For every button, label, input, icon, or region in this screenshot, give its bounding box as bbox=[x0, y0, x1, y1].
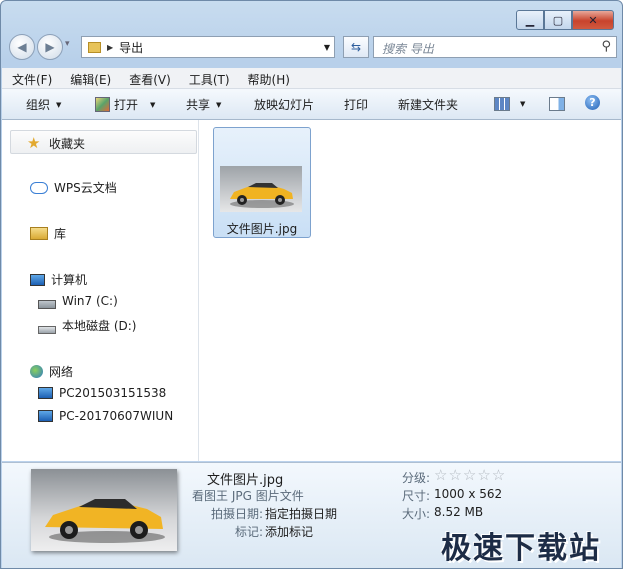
sidebar-item-label: 本地磁盘 (D:) bbox=[62, 319, 137, 333]
refresh-icon: ⇆ bbox=[350, 40, 362, 54]
detail-dimensions-value: 1000 x 562 bbox=[434, 487, 503, 501]
breadcrumb-current[interactable]: 导出 bbox=[119, 39, 143, 56]
sidebar-item-pc2[interactable]: PC-20170607WIUN bbox=[38, 409, 173, 423]
sidebar-item-label: PC-20170607WIUN bbox=[59, 409, 174, 423]
detail-size-value: 8.52 MB bbox=[434, 505, 484, 519]
breadcrumb-arrow-icon[interactable]: ▶ bbox=[107, 43, 113, 52]
library-icon bbox=[30, 227, 48, 240]
help-icon: ? bbox=[585, 95, 600, 110]
sidebar-item-drive-d[interactable]: 本地磁盘 (D:) bbox=[38, 317, 136, 334]
details-pane: 文件图片.jpg 看图王 JPG 图片文件 拍摄日期: 指定拍摄日期 标记: 添… bbox=[2, 462, 621, 568]
menu-help[interactable]: 帮助(H) bbox=[238, 68, 298, 88]
share-label: 共享 bbox=[186, 98, 211, 112]
open-with-icon bbox=[95, 97, 110, 112]
navigation-pane: ★ 收藏夹 WPS云文档 库 计算机 Win7 (C:) 本地磁盘 (D:) 网… bbox=[2, 120, 199, 461]
view-grid-icon bbox=[494, 97, 510, 111]
sidebar-item-computer[interactable]: 计算机 bbox=[30, 271, 87, 288]
star-icon: ★ bbox=[27, 134, 41, 152]
menu-file[interactable]: 文件(F) bbox=[2, 68, 60, 88]
detail-filename: 文件图片.jpg bbox=[207, 473, 284, 488]
detail-date-label: 拍摄日期: bbox=[210, 507, 263, 521]
navigation-bar: ◀ ▶ ▾ ▶ 导出 ▼ ⇆ 搜索 导出 ⚲ bbox=[9, 34, 617, 60]
menu-bar: 文件(F) 编辑(E) 查看(V) 工具(T) 帮助(H) bbox=[2, 68, 621, 89]
sidebar-item-drive-c[interactable]: Win7 (C:) bbox=[38, 294, 118, 309]
chevron-down-icon: ▼ bbox=[216, 100, 222, 109]
minimize-button[interactable]: ▁ bbox=[516, 10, 544, 30]
forward-button[interactable]: ▶ bbox=[37, 34, 63, 60]
detail-date-value[interactable]: 指定拍摄日期 bbox=[265, 505, 337, 522]
forward-arrow-icon: ▶ bbox=[45, 40, 55, 54]
sidebar-item-label: 网络 bbox=[49, 365, 74, 379]
car-thumbnail-image bbox=[220, 166, 302, 212]
close-button[interactable]: ✕ bbox=[572, 10, 614, 30]
address-dropdown-icon[interactable]: ▼ bbox=[324, 43, 330, 52]
chevron-down-icon: ▼ bbox=[520, 100, 526, 108]
computer-icon bbox=[30, 273, 45, 286]
help-button[interactable]: ? bbox=[585, 95, 600, 110]
address-bar[interactable]: ▶ 导出 ▼ bbox=[81, 36, 335, 58]
organize-label: 组织 bbox=[26, 98, 51, 112]
explorer-window: ▁ ▢ ✕ ◀ ▶ ▾ ▶ 导出 ▼ ⇆ 搜索 导出 ⚲ 文件(F) 编辑(E)… bbox=[0, 0, 623, 569]
open-label: 打开 bbox=[114, 98, 139, 112]
recent-pages-dropdown[interactable]: ▾ bbox=[65, 39, 70, 49]
new-folder-label: 新建文件夹 bbox=[398, 98, 459, 112]
menu-view[interactable]: 查看(V) bbox=[119, 68, 179, 88]
back-arrow-icon: ◀ bbox=[17, 40, 27, 54]
rating-stars[interactable]: ☆☆☆☆☆ bbox=[434, 466, 506, 484]
sidebar-item-label: 计算机 bbox=[51, 273, 88, 287]
sidebar-item-label: PC201503151538 bbox=[59, 386, 167, 400]
print-label: 打印 bbox=[344, 98, 369, 112]
window-controls: ▁ ▢ ✕ bbox=[516, 10, 614, 30]
network-computer-icon bbox=[38, 410, 53, 422]
file-list: 文件图片.jpg bbox=[199, 120, 621, 461]
preview-pane-button[interactable] bbox=[549, 97, 565, 111]
search-input[interactable]: 搜索 导出 ⚲ bbox=[373, 36, 617, 58]
system-drive-icon bbox=[38, 299, 56, 309]
sidebar-item-label: 收藏夹 bbox=[49, 136, 86, 151]
preview-image bbox=[31, 469, 177, 551]
sidebar-item-pc1[interactable]: PC201503151538 bbox=[38, 386, 166, 400]
menu-tools[interactable]: 工具(T) bbox=[179, 68, 238, 88]
detail-tags-label: 标记: bbox=[234, 525, 263, 539]
print-button[interactable]: 打印 bbox=[344, 96, 368, 113]
detail-size-label: 大小: bbox=[401, 507, 430, 521]
back-button[interactable]: ◀ bbox=[9, 34, 35, 60]
sidebar-item-library[interactable]: 库 bbox=[30, 225, 66, 242]
network-computer-icon bbox=[38, 387, 53, 399]
command-bar: 组织 ▼ 打开 ▼ 共享 ▼ 放映幻灯片 打印 新建文件夹 ▼ ? bbox=[2, 89, 621, 120]
sidebar-item-label: Win7 (C:) bbox=[62, 294, 118, 308]
chevron-down-icon: ▼ bbox=[56, 100, 62, 109]
search-placeholder: 搜索 导出 bbox=[382, 42, 434, 56]
open-button[interactable]: 打开 ▼ bbox=[95, 96, 155, 113]
share-button[interactable]: 共享 ▼ bbox=[186, 96, 221, 113]
folder-icon bbox=[88, 41, 101, 53]
detail-filetype: 看图王 JPG 图片文件 bbox=[192, 489, 304, 503]
slideshow-label: 放映幻灯片 bbox=[254, 98, 315, 112]
sidebar-item-network[interactable]: 网络 bbox=[30, 363, 73, 380]
change-view-button[interactable]: ▼ bbox=[494, 97, 525, 111]
sidebar-item-label: 库 bbox=[54, 227, 67, 241]
cloud-icon bbox=[30, 181, 48, 194]
chevron-down-icon: ▼ bbox=[150, 100, 156, 109]
detail-tags-value[interactable]: 添加标记 bbox=[265, 523, 313, 540]
refresh-button[interactable]: ⇆ bbox=[343, 36, 369, 58]
organize-button[interactable]: 组织 ▼ bbox=[26, 96, 61, 113]
hard-disk-icon bbox=[38, 325, 56, 334]
file-item-selected[interactable]: 文件图片.jpg bbox=[213, 127, 311, 238]
sidebar-item-label: WPS云文档 bbox=[54, 181, 117, 195]
search-icon[interactable]: ⚲ bbox=[601, 39, 611, 54]
detail-dimensions-label: 尺寸: bbox=[401, 489, 430, 503]
new-folder-button[interactable]: 新建文件夹 bbox=[398, 96, 458, 113]
file-name: 文件图片.jpg bbox=[226, 222, 298, 236]
watermark-text: 极速下载站 bbox=[441, 531, 601, 566]
detail-rating-label: 分级: bbox=[401, 471, 430, 485]
sidebar-item-favorites[interactable]: ★ 收藏夹 bbox=[10, 130, 197, 154]
network-icon bbox=[30, 365, 43, 378]
preview-pane-icon bbox=[549, 97, 565, 111]
slideshow-button[interactable]: 放映幻灯片 bbox=[254, 96, 314, 113]
maximize-button[interactable]: ▢ bbox=[544, 10, 572, 30]
sidebar-item-wps-cloud[interactable]: WPS云文档 bbox=[30, 179, 117, 196]
menu-edit[interactable]: 编辑(E) bbox=[60, 68, 119, 88]
